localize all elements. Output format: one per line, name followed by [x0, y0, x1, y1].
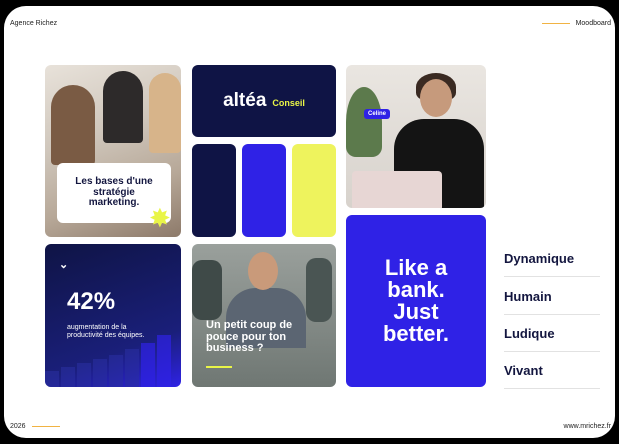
face-shape — [248, 252, 278, 290]
keyword-item: Dynamique — [504, 240, 600, 277]
portrait-tile: Celine — [346, 65, 486, 208]
person-figure — [149, 73, 181, 153]
person-figure — [51, 85, 95, 165]
brand-name: altéa — [223, 90, 267, 111]
footer-year: 2026 — [10, 423, 26, 430]
head-shape — [420, 79, 452, 117]
keyword-item: Vivant — [504, 352, 600, 389]
logo-tile: altéa Conseil — [192, 65, 336, 137]
swatch-yellow — [292, 144, 336, 237]
team-photo-tile: Les bases d'une stratégie marketing. ✸ — [45, 65, 181, 237]
header-title: Moodboard — [541, 20, 611, 27]
agency-name: Agence Richez — [10, 20, 58, 27]
keyword-item: Ludique — [504, 315, 600, 352]
name-badge: Celine — [364, 109, 391, 119]
background-figure — [306, 258, 332, 322]
footer-website: www.mrichez.fr — [563, 423, 611, 430]
chevron-icon: ⌄ — [59, 259, 69, 271]
bank-text: Like a bank. Just better. — [382, 255, 450, 346]
footer-rule — [31, 426, 60, 427]
coup-text: Un petit coup de pouce pour ton business… — [206, 319, 293, 355]
header-rule — [541, 23, 570, 24]
moodboard-slide: Agence Richez Moodboard Les bases d'une … — [4, 6, 615, 438]
person-figure — [103, 71, 143, 143]
stat-value: 42% — [67, 288, 116, 315]
bank-tile: Like a bank. Just better. — [346, 215, 486, 387]
footer-year-group: 2026 — [10, 423, 60, 430]
slide-title: Moodboard — [575, 20, 611, 27]
background-figure — [192, 260, 222, 320]
strategy-text: Les bases d'une stratégie marketing. — [75, 176, 153, 209]
keyword-item: Humain — [504, 278, 600, 315]
star-icon: ✸ — [149, 203, 171, 233]
stat-tile: ⌄ 42% augmentation de la productivité de… — [45, 244, 181, 387]
swatch-navy — [192, 144, 236, 237]
swatch-blue — [242, 144, 286, 237]
laptop-shape — [352, 171, 442, 208]
plant-shape — [346, 87, 382, 157]
brand-sub: Conseil — [272, 98, 305, 108]
stat-bars — [45, 335, 171, 387]
accent-line — [206, 366, 232, 368]
coworking-photo-tile: Un petit coup de pouce pour ton business… — [192, 244, 336, 387]
